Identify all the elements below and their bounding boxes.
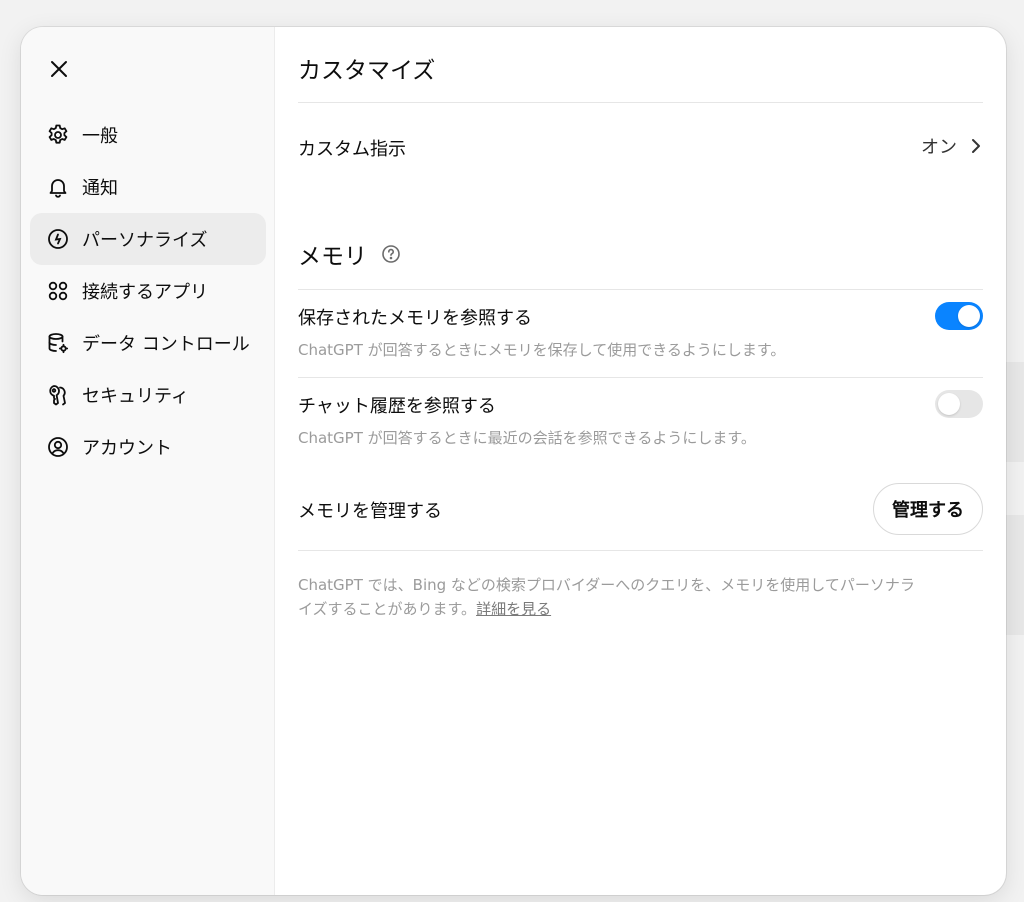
page-title: カスタマイズ <box>298 58 436 84</box>
memory-section-title: メモリ <box>298 237 401 271</box>
manage-memory-button[interactable]: 管理する <box>873 483 983 535</box>
sidebar-item-account[interactable]: アカウント <box>30 421 266 473</box>
learn-more-link[interactable]: 詳細を見る <box>476 600 551 618</box>
settings-content: カスタマイズ カスタム指示 オン メモリ 保存されたメモリを参照する ChatG… <box>298 27 983 895</box>
custom-instructions-link[interactable]: オン <box>921 133 983 159</box>
sidebar-item-label: 一般 <box>82 126 118 147</box>
custom-instructions-status: オン <box>921 137 957 158</box>
sidebar-item-label: データ コントロール <box>82 334 250 355</box>
close-icon <box>51 61 67 77</box>
user-circle-icon <box>46 435 70 459</box>
settings-sidebar: 一般 通知 パーソナライズ 接続するアプリ データ コントロール セキュリティ … <box>21 27 275 895</box>
settings-dialog: 一般 通知 パーソナライズ 接続するアプリ データ コントロール セキュリティ … <box>21 27 1006 895</box>
memory-footnote: ChatGPT では、Bing などの検索プロバイダーへのクエリを、メモリを使用… <box>298 573 918 621</box>
sidebar-item-connected-apps[interactable]: 接続するアプリ <box>30 265 266 317</box>
divider <box>298 550 983 551</box>
reference-chat-history-description: ChatGPT が回答するときに最近の会話を参照できるようにします。 <box>298 429 756 447</box>
sidebar-item-label: セキュリティ <box>82 386 189 407</box>
reference-saved-memory-label: 保存されたメモリを参照する <box>298 308 532 329</box>
footnote-text: ChatGPT では、Bing などの検索プロバイダーへのクエリを、メモリを使用… <box>298 576 915 618</box>
sidebar-item-notifications[interactable]: 通知 <box>30 161 266 213</box>
database-gear-icon <box>46 331 70 355</box>
background-page-fragment <box>1006 515 1024 635</box>
sidebar-item-label: 接続するアプリ <box>82 282 208 303</box>
help-icon[interactable] <box>381 244 401 264</box>
reference-chat-history-toggle[interactable] <box>935 390 983 418</box>
divider <box>298 289 983 290</box>
apps-icon <box>46 279 70 303</box>
divider <box>298 377 983 378</box>
memory-title: メモリ <box>298 244 367 270</box>
sidebar-item-label: パーソナライズ <box>82 230 208 251</box>
personalize-icon <box>46 227 70 251</box>
manage-memory-label: メモリを管理する <box>298 501 442 522</box>
sidebar-item-personalization[interactable]: パーソナライズ <box>30 213 266 265</box>
reference-saved-memory-toggle[interactable] <box>935 302 983 330</box>
background-page-fragment <box>1006 362 1024 462</box>
gear-icon <box>46 123 70 147</box>
sidebar-item-general[interactable]: 一般 <box>30 109 266 161</box>
toggle-knob <box>958 305 980 327</box>
sidebar-item-label: アカウント <box>82 438 172 459</box>
chevron-right-icon <box>969 137 983 155</box>
sidebar-item-data-controls[interactable]: データ コントロール <box>30 317 266 369</box>
reference-chat-history-label: チャット履歴を参照する <box>298 396 496 417</box>
close-button[interactable] <box>43 53 75 85</box>
settings-nav: 一般 通知 パーソナライズ 接続するアプリ データ コントロール セキュリティ … <box>30 109 266 473</box>
divider <box>298 102 983 103</box>
shield-key-icon <box>46 383 70 407</box>
sidebar-item-label: 通知 <box>82 178 118 199</box>
sidebar-item-security[interactable]: セキュリティ <box>30 369 266 421</box>
reference-saved-memory-description: ChatGPT が回答するときにメモリを保存して使用できるようにします。 <box>298 341 786 359</box>
bell-icon <box>46 175 70 199</box>
toggle-knob <box>938 393 960 415</box>
custom-instructions-label: カスタム指示 <box>298 139 406 160</box>
